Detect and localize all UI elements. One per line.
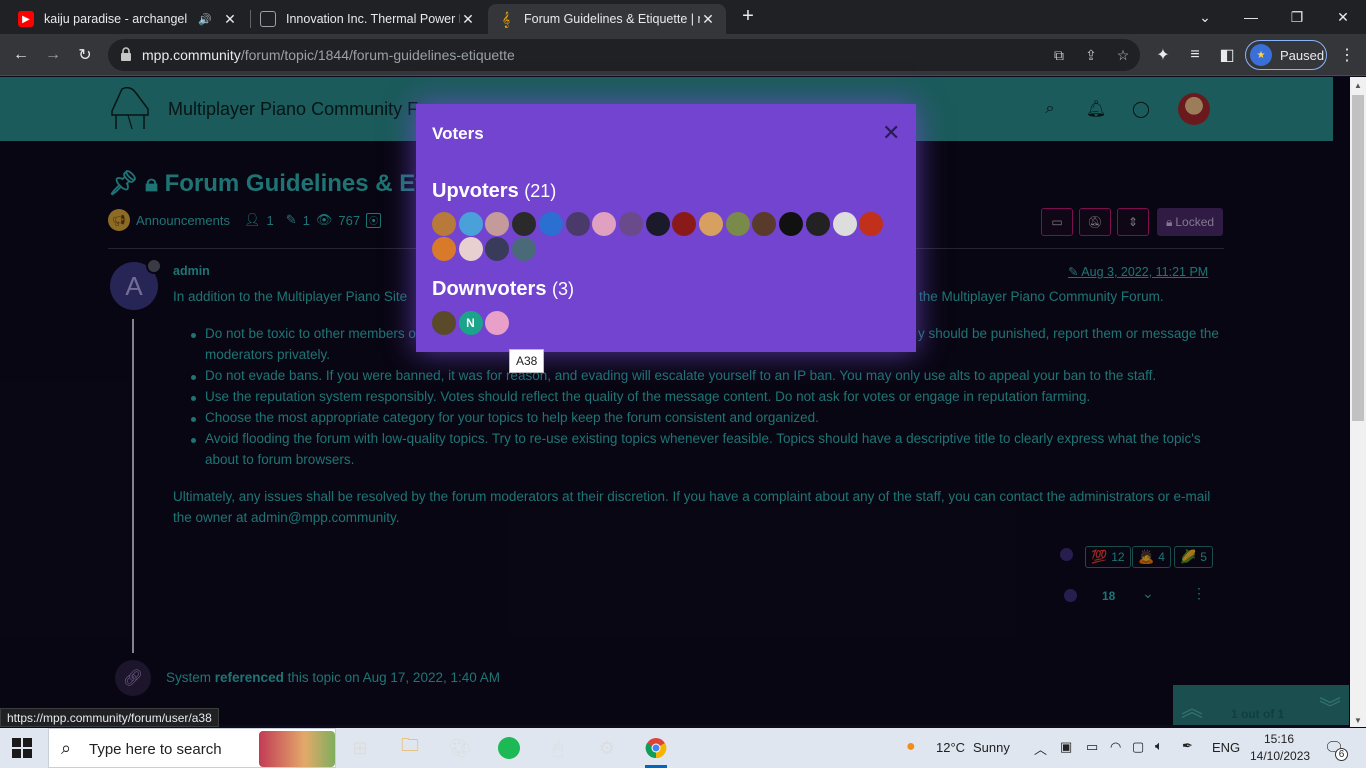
weather-text[interactable]: Sunny	[973, 740, 1010, 755]
upvoter-avatar[interactable]	[645, 212, 670, 236]
lock-icon	[121, 47, 131, 61]
chrome-logo	[645, 738, 667, 759]
open-in-app-icon[interactable]: ⧉	[1050, 46, 1068, 64]
pen-icon[interactable]: ✒	[1182, 738, 1193, 754]
scroll-down-arrow-icon[interactable]: ▼	[1354, 716, 1362, 725]
tab-youtube[interactable]: ▶ kaiju paradise - archangel th 🔊 ✕	[8, 4, 248, 34]
upvoter-avatar[interactable]	[779, 212, 804, 236]
spotify-icon[interactable]	[495, 734, 523, 762]
url-text: mpp.community/forum/topic/1844/forum-gui…	[142, 47, 515, 63]
upvoter-avatar[interactable]	[432, 212, 456, 236]
page-scrollbar[interactable]: ▲ ▼	[1350, 77, 1366, 727]
upvoter-avatar[interactable]	[672, 212, 697, 236]
task-view-icon[interactable]: ⊞	[346, 734, 374, 762]
side-panel-icon[interactable]: ◧	[1214, 42, 1240, 68]
reload-button[interactable]: ↻	[72, 42, 98, 68]
tab-title: kaiju paradise - archangel th	[44, 12, 189, 26]
upvoter-avatar[interactable]	[805, 212, 830, 236]
search-placeholder: Type here to search	[89, 741, 222, 758]
clock-date[interactable]: 14/10/2023	[1250, 749, 1310, 763]
upvoter-avatar[interactable]	[832, 212, 857, 236]
scroll-up-arrow-icon[interactable]: ▲	[1354, 81, 1362, 90]
upvoter-avatar[interactable]	[512, 212, 537, 236]
close-icon[interactable]: ✕	[882, 122, 900, 144]
upvoter-avatar[interactable]	[592, 212, 617, 236]
voters-modal: Voters ✕ Upvoters (21) Downvoters (3) N	[416, 104, 916, 352]
music-note-icon: 𝄞	[501, 10, 511, 27]
restore-button[interactable]: ❐	[1274, 0, 1320, 34]
upvoters-heading: Upvoters (21)	[432, 180, 557, 202]
close-tab-icon[interactable]: ✕	[460, 11, 476, 28]
status-bar-url: https://mpp.community/forum/user/a38	[0, 708, 219, 727]
tray-chevron-up-icon[interactable]: ︿	[1034, 739, 1047, 758]
upvoter-avatar[interactable]	[618, 212, 643, 236]
tab-title: Innovation Inc. Thermal Power P	[286, 12, 460, 26]
tab-forum-guidelines[interactable]: 𝄞 Forum Guidelines & Etiquette | r ✕	[488, 4, 726, 34]
upvoter-avatar[interactable]	[699, 212, 723, 236]
battery-icon[interactable]: ▭	[1086, 739, 1098, 755]
weather-sun-icon[interactable]: ●	[906, 738, 916, 756]
weather-temp[interactable]: 12°C	[936, 740, 965, 755]
language-indicator[interactable]: ENG	[1212, 740, 1240, 755]
upvoter-avatar[interactable]	[565, 212, 590, 236]
file-explorer-icon[interactable]: 🗀	[396, 734, 424, 762]
display-icon[interactable]: ▢	[1132, 739, 1144, 755]
settings-gear-icon[interactable]: ⚙	[593, 734, 621, 762]
minimize-button[interactable]: —	[1228, 0, 1274, 34]
search-icon: ⌕	[61, 738, 72, 758]
upvoter-avatar[interactable]	[458, 237, 483, 261]
tab-search-chevron-icon[interactable]: ⌄	[1182, 0, 1228, 34]
upvoter-avatar[interactable]	[538, 212, 563, 236]
upvoter-avatar[interactable]	[458, 212, 483, 236]
speaker-icon[interactable]: 🔊	[198, 13, 212, 26]
user-tooltip: A38	[509, 349, 545, 373]
wifi-icon[interactable]: ◠	[1110, 739, 1121, 755]
downvoter-avatar[interactable]	[485, 311, 509, 335]
address-bar[interactable]: mpp.community/forum/topic/1844/forum-gui…	[108, 39, 1140, 71]
upvoter-avatar[interactable]	[512, 237, 537, 261]
close-window-button[interactable]: ✕	[1320, 0, 1366, 34]
tab-strip: ▶ kaiju paradise - archangel th 🔊 ✕ Inno…	[0, 0, 1366, 34]
media-control-icon[interactable]: ≡	[1182, 42, 1208, 68]
youtube-icon: ▶	[18, 11, 34, 27]
profile-button[interactable]: ★ Paused	[1245, 40, 1327, 70]
clock-time[interactable]: 15:16	[1264, 732, 1294, 746]
upvoter-avatar[interactable]	[725, 212, 750, 236]
downvoters-heading: Downvoters (3)	[432, 278, 575, 300]
taskbar-search[interactable]: ⌕ Type here to search	[48, 728, 336, 768]
tab-innovation[interactable]: Innovation Inc. Thermal Power P ✕	[250, 4, 486, 34]
search-highlight-image	[259, 731, 335, 767]
upvoter-avatar[interactable]	[752, 212, 777, 236]
profile-status: Paused	[1280, 47, 1325, 63]
windows-start-icon[interactable]	[12, 738, 32, 758]
profile-avatar: ★	[1250, 44, 1272, 66]
bookmark-star-icon[interactable]: ☆	[1114, 46, 1132, 64]
volume-icon[interactable]: 🔈︎	[1155, 738, 1163, 754]
modal-title: Voters	[432, 124, 484, 143]
close-tab-icon[interactable]: ✕	[700, 11, 716, 28]
mouse-icon[interactable]: 🖱︎	[544, 734, 572, 762]
share-icon[interactable]: ⇪	[1082, 46, 1100, 64]
paint-icon[interactable]: 🎨︎	[446, 734, 474, 762]
forward-button[interactable]: →	[40, 42, 66, 68]
upvoter-avatar[interactable]	[485, 237, 510, 261]
tray-camera-icon[interactable]: ▣	[1060, 739, 1072, 755]
browser-toolbar: ← → ↻ mpp.community/forum/topic/1844/for…	[0, 34, 1366, 76]
notification-count: 6	[1335, 748, 1348, 761]
upvoter-avatar[interactable]	[859, 212, 884, 236]
chrome-icon[interactable]	[642, 734, 670, 768]
menu-icon[interactable]: ⋮	[1334, 42, 1360, 68]
extensions-icon[interactable]: ✦	[1150, 42, 1176, 68]
windows-taskbar: ⌕ Type here to search ⊞ 🗀 🎨︎ 🖱︎ ⚙ ● 12°C…	[0, 728, 1366, 768]
page-icon	[260, 11, 276, 27]
upvoter-avatar[interactable]	[432, 237, 456, 261]
upvoter-avatar[interactable]	[485, 212, 510, 236]
back-button[interactable]: ←	[8, 42, 34, 68]
downvoter-avatar[interactable]	[432, 311, 456, 335]
new-tab-button[interactable]: +	[738, 6, 758, 28]
tab-title: Forum Guidelines & Etiquette | r	[524, 12, 700, 26]
scroll-thumb[interactable]	[1352, 95, 1364, 421]
downvoter-avatar[interactable]: N	[458, 311, 483, 335]
close-tab-icon[interactable]: ✕	[222, 11, 238, 28]
